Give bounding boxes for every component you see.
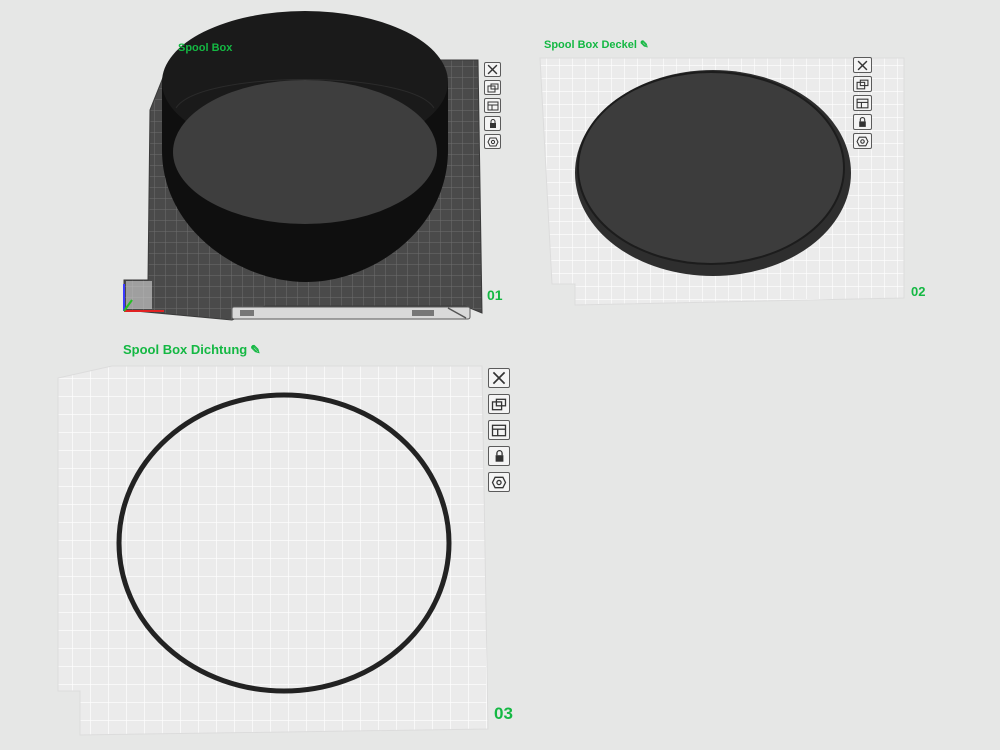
plate-title-02[interactable]: Spool Box Deckel ✎ (544, 39, 649, 51)
plate-toolbar-01 (484, 62, 501, 149)
orient-plate-icon[interactable] (484, 98, 501, 113)
pencil-icon[interactable]: ✎ (640, 39, 649, 51)
plate-settings-icon[interactable] (488, 472, 510, 492)
plate-03[interactable] (57, 365, 489, 736)
plate-title-text: Spool Box Deckel (544, 39, 637, 51)
plate-number-02: 02 (911, 284, 926, 299)
orient-plate-icon[interactable] (488, 420, 510, 440)
plate-number-01: 01 (487, 287, 503, 303)
arrange-plate-icon[interactable] (488, 394, 510, 414)
close-plate-icon[interactable] (853, 57, 872, 73)
pencil-icon[interactable]: ✎ (250, 343, 260, 357)
lock-plate-icon[interactable] (484, 116, 501, 131)
lock-plate-icon[interactable] (488, 446, 510, 466)
arrange-plate-icon[interactable] (853, 76, 872, 92)
plate-02[interactable] (539, 57, 905, 306)
plate-title-03[interactable]: Spool Box Dichtung ✎ (123, 342, 261, 357)
lock-plate-icon[interactable] (853, 114, 872, 130)
plate-toolbar-03 (488, 368, 510, 492)
close-plate-icon[interactable] (484, 62, 501, 77)
arrange-plate-icon[interactable] (484, 80, 501, 95)
plate-title-text: Spool Box (178, 42, 233, 54)
plate-toolbar-02 (853, 57, 872, 149)
plate-label-strip (231, 306, 471, 320)
model-spool-box-deckel[interactable] (575, 70, 851, 276)
plate-title-01[interactable]: Spool Box (178, 42, 232, 54)
plate-number-03: 03 (494, 704, 513, 723)
plate-title-text: Spool Box Dichtung (123, 342, 248, 357)
orient-plate-icon[interactable] (853, 95, 872, 111)
plate-01[interactable] (123, 11, 483, 321)
plate-settings-icon[interactable] (484, 134, 501, 149)
close-plate-icon[interactable] (488, 368, 510, 388)
plate-settings-icon[interactable] (853, 133, 872, 149)
